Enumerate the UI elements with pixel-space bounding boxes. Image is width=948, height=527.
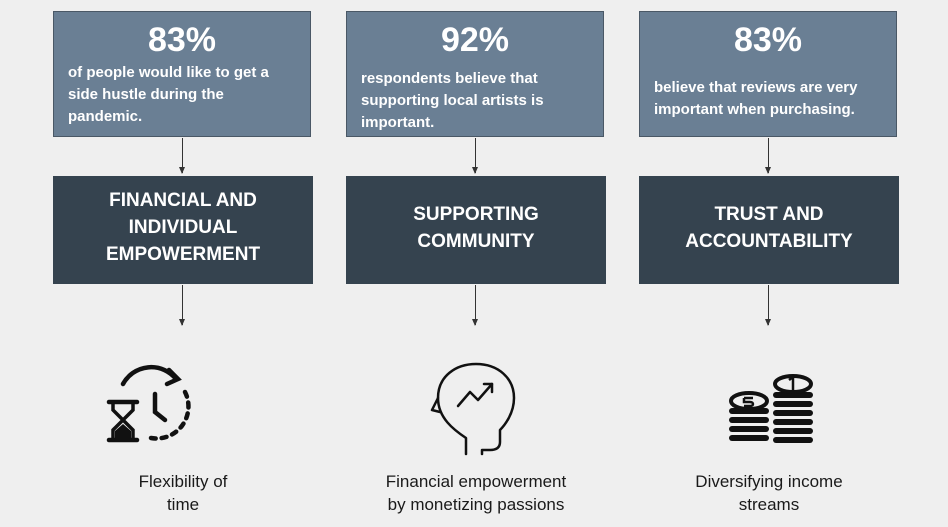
caption: Financial empowerment by monetizing pass… [385,472,567,514]
stat-description: of people would like to get a side hustl… [68,64,269,125]
theme-box: TRUST AND ACCOUNTABILITY [639,176,899,284]
column-financial-empowerment: 83% of people would like to get a side h… [53,0,313,527]
down-arrow-icon [765,138,771,174]
down-arrow-icon [179,285,185,326]
down-arrow-icon [472,285,478,326]
caption: Diversifying income streams [695,472,843,514]
column-supporting-community: 92% respondents believe that supporting … [346,0,606,527]
stat-box: 83% believe that reviews are very import… [639,11,897,137]
down-arrow-icon [765,285,771,326]
down-arrow-icon [472,138,478,174]
column-trust-accountability: 83% believe that reviews are very import… [639,0,899,527]
stat-box: 83% of people would like to get a side h… [53,11,311,137]
caption: Flexibility of time [138,472,228,514]
theme-title: FINANCIAL AND INDIVIDUAL EMPOWERMENT [105,190,261,265]
down-arrow-icon [179,138,185,174]
stat-description: believe that reviews are very important … [654,79,858,118]
theme-title: TRUST AND ACCOUNTABILITY [685,203,853,252]
stat-description: respondents believe that supporting loca… [361,70,544,131]
head-growth-icon [430,362,516,456]
stat-value: 83% [733,21,803,59]
coin-stacks-icon [729,374,813,443]
theme-title: SUPPORTING COMMUNITY [413,203,539,252]
theme-box: SUPPORTING COMMUNITY [346,176,606,284]
stat-value: 83% [147,21,217,59]
theme-box: FINANCIAL AND INDIVIDUAL EMPOWERMENT [53,176,313,284]
stat-value: 92% [440,21,510,59]
stat-box: 92% respondents believe that supporting … [346,11,604,137]
time-flexibility-icon [106,364,191,443]
